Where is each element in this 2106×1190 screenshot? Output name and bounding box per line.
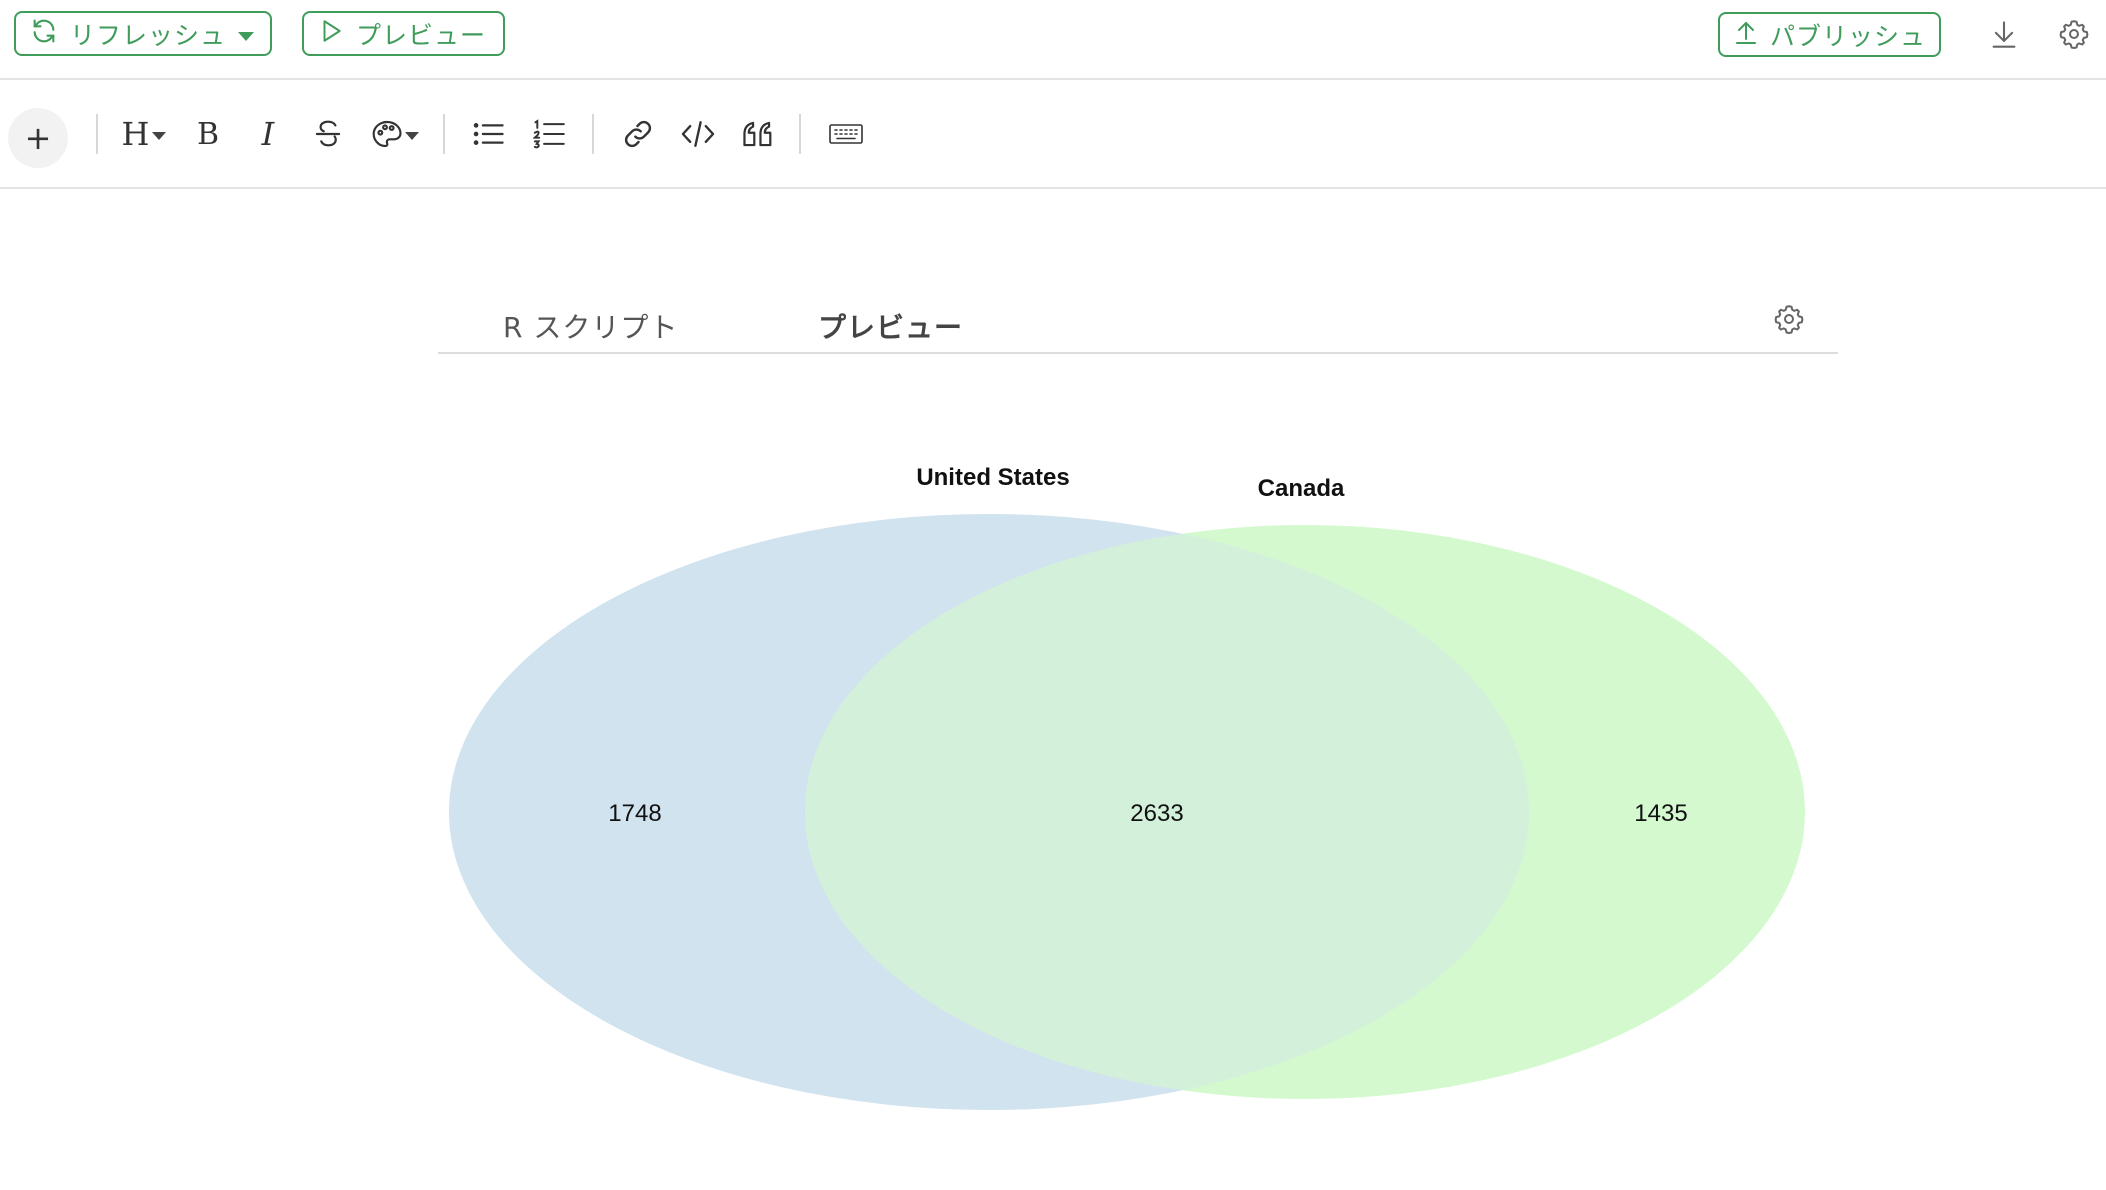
set-label-canada: Canada <box>1258 475 1345 502</box>
count-intersection: 2633 <box>1130 800 1183 827</box>
count-us-only: 1748 <box>608 800 661 827</box>
set-label-united-states: United States <box>916 464 1069 491</box>
venn-chart: United States Canada 1748 2633 1435 <box>449 464 1805 1110</box>
count-canada-only: 1435 <box>1634 800 1687 827</box>
